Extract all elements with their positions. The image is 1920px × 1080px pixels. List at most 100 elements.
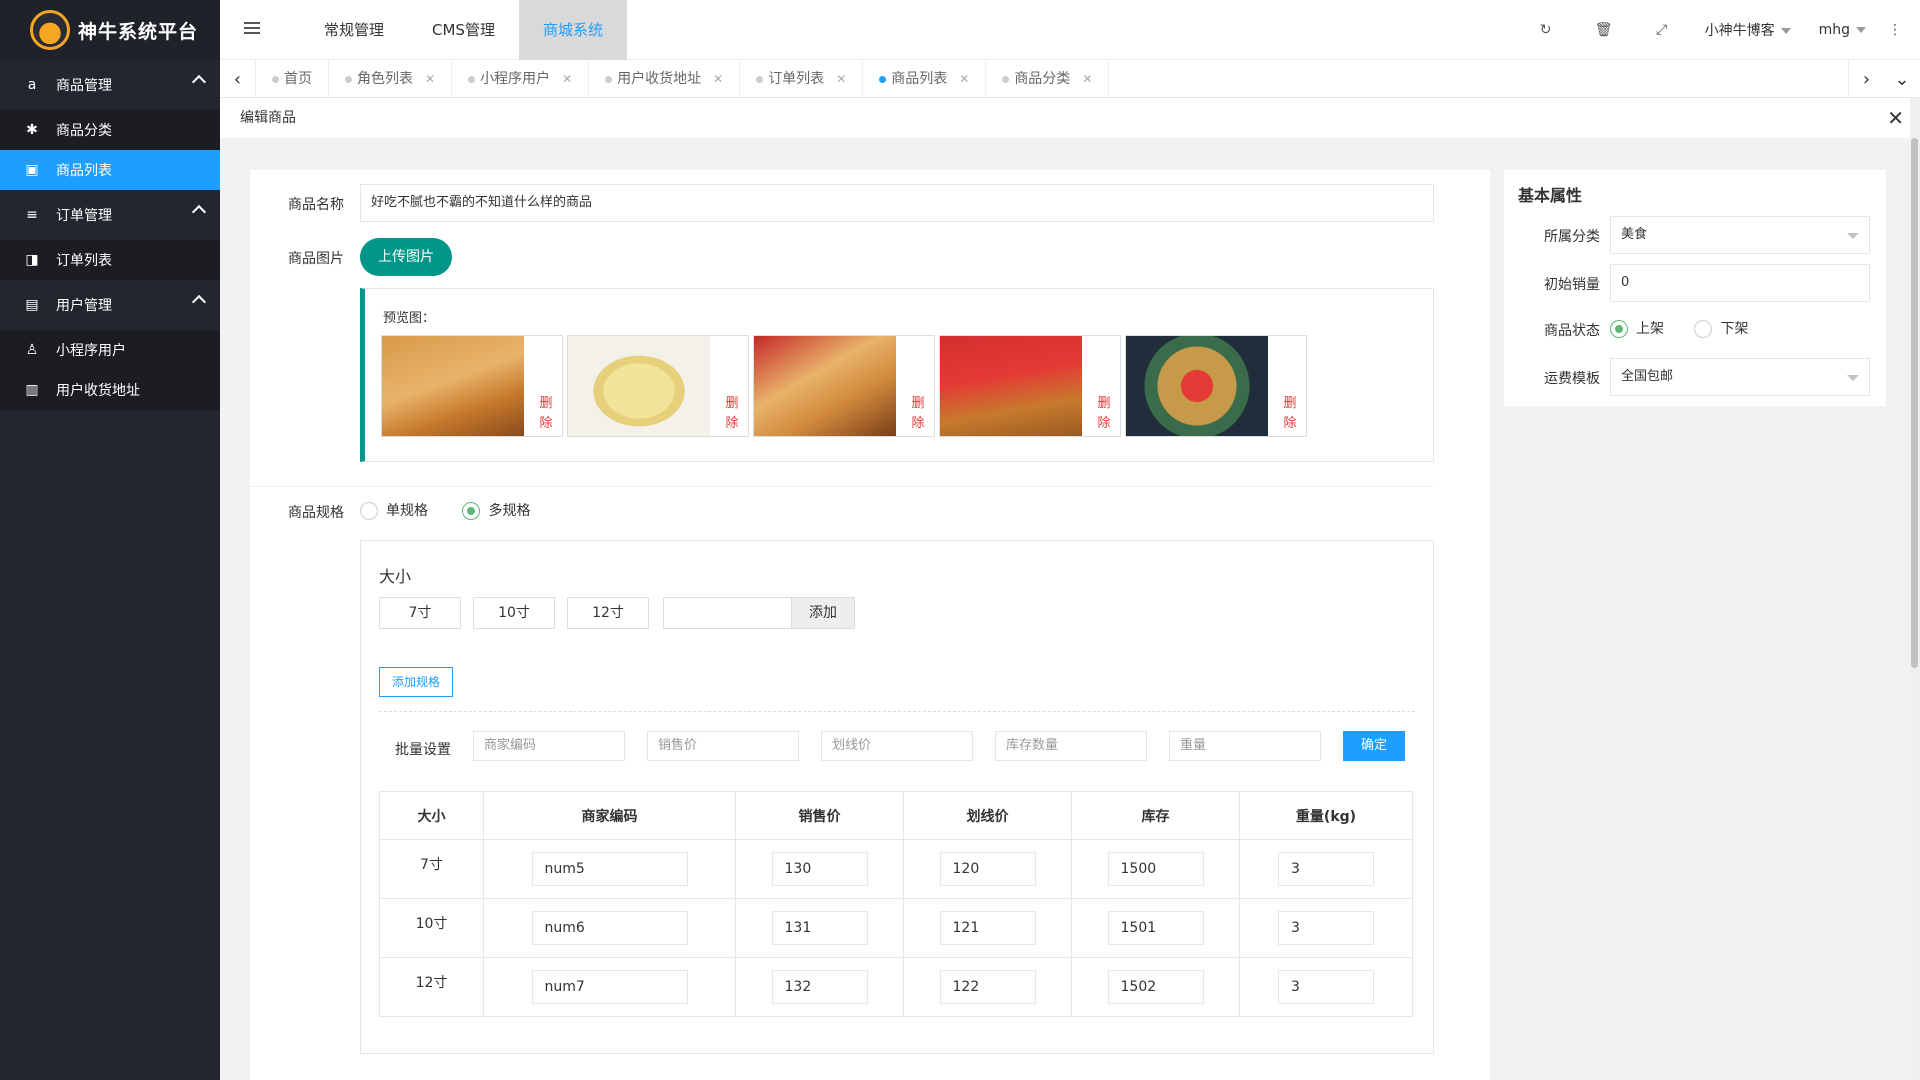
close-icon[interactable]: ✕ [562, 72, 572, 86]
column-header: 销售价 [735, 791, 904, 840]
code-input[interactable]: num6 [531, 911, 688, 945]
fullscreen-icon[interactable]: ⤢ [1633, 22, 1691, 38]
original-price-input[interactable]: 120 [939, 852, 1036, 886]
weight-input[interactable]: 3 [1278, 852, 1374, 886]
weight-input[interactable]: 3 [1278, 970, 1374, 1004]
spec-value-chip[interactable]: 10寸 [473, 597, 555, 629]
binoculars-icon: ◨ [25, 252, 39, 268]
stock-cell: 1502 [1071, 957, 1240, 1017]
tab-miniapp-users[interactable]: 小程序用户 ✕ [452, 60, 590, 98]
spec-multi-option[interactable]: 多规格 [462, 502, 530, 520]
tabs-dropdown-icon[interactable]: ⌄ [1884, 60, 1920, 98]
tab-label: 用户收货地址 [617, 71, 702, 87]
sidebar-item-goods-list[interactable]: ▣ 商品列表 [0, 150, 220, 190]
initial-sales-input[interactable]: 0 [1610, 264, 1870, 302]
sidebar-group-orders[interactable]: ≡ 订单管理 [0, 190, 220, 240]
tab-label: 小程序用户 [480, 71, 551, 87]
close-icon[interactable]: ✕ [836, 72, 846, 86]
amazon-icon: a [27, 77, 37, 93]
refresh-icon[interactable]: ↻ [1517, 22, 1575, 38]
id-card-icon: ▤ [25, 297, 39, 313]
tab-user-address[interactable]: 用户收货地址 ✕ [589, 60, 741, 98]
menu-toggle-icon[interactable] [244, 22, 260, 36]
close-icon[interactable]: ✕ [425, 72, 435, 86]
tab-dot [272, 76, 279, 83]
spec-value-chip[interactable]: 7寸 [379, 597, 461, 629]
delete-image-button[interactable]: 删除 [724, 394, 740, 434]
account-menu[interactable]: mhg [1805, 22, 1880, 38]
status-on-option[interactable]: 上架 [1610, 320, 1664, 338]
original-price-input[interactable]: 122 [939, 970, 1036, 1004]
tab-order-list[interactable]: 订单列表 ✕ [740, 60, 864, 98]
close-icon[interactable]: ✕ [1082, 72, 1092, 86]
batch-original-price-input[interactable]: 划线价 [821, 731, 973, 761]
code-input[interactable]: num7 [531, 970, 688, 1004]
sidebar-item-miniapp-users[interactable]: ♙ 小程序用户 [0, 330, 220, 370]
column-header: 商家编码 [483, 791, 736, 840]
sidebar-group-goods[interactable]: a 商品管理 [0, 60, 220, 110]
top-menu-cms[interactable]: CMS管理 [408, 0, 519, 60]
tabs-prev-icon[interactable]: ‹ [220, 60, 256, 98]
goods-name-input[interactable]: 好吃不腻也不霸的不知道什么样的商品 [360, 184, 1434, 222]
tab-label: 商品分类 [1014, 71, 1071, 87]
top-menu-mall[interactable]: 商城系统 [518, 0, 627, 60]
sidebar-item-goods-category[interactable]: ✱ 商品分类 [0, 110, 220, 150]
tabs-next-icon[interactable]: › [1848, 60, 1884, 98]
stock-input[interactable]: 1500 [1107, 852, 1204, 886]
spec-value-chip[interactable]: 12寸 [567, 597, 649, 629]
close-icon[interactable]: ✕ [959, 72, 969, 86]
status-off-option[interactable]: 下架 [1694, 320, 1748, 338]
tab-goods-list[interactable]: 商品列表 ✕ [863, 60, 987, 98]
sidebar-group-users[interactable]: ▤ 用户管理 [0, 280, 220, 330]
stock-input[interactable]: 1502 [1107, 970, 1204, 1004]
sidebar-item-user-address[interactable]: ▥ 用户收货地址 [0, 370, 220, 410]
code-input[interactable]: num5 [531, 852, 688, 886]
divider [250, 486, 1434, 487]
logo[interactable]: 神牛系统平台 [0, 0, 220, 60]
table-row: 12寸 num7 132 122 1502 3 [379, 957, 1413, 1017]
price-input[interactable]: 132 [771, 970, 868, 1004]
original-price-input[interactable]: 121 [939, 911, 1036, 945]
batch-code-input[interactable]: 商家编码 [473, 731, 625, 761]
pastry-red-bg-image [940, 336, 1082, 436]
code-cell: num7 [483, 957, 736, 1017]
more-icon[interactable]: ⋮ [1880, 22, 1910, 38]
close-icon[interactable]: ✕ [1887, 98, 1904, 138]
top-menu-general[interactable]: 常规管理 [300, 0, 408, 60]
spec-value-input[interactable] [663, 597, 791, 629]
scroll-thumb[interactable] [1911, 138, 1918, 668]
user-menu[interactable]: 小神牛博客 [1691, 20, 1805, 40]
batch-price-input[interactable]: 销售价 [647, 731, 799, 761]
add-spec-value-button[interactable]: 添加 [791, 597, 855, 629]
sidebar-item-label: 商品分类 [56, 123, 112, 139]
price-input[interactable]: 131 [771, 911, 868, 945]
sidebar: 神牛系统平台 a 商品管理 ✱ 商品分类 ▣ 商品列表 ≡ 订单管理 ◨ 订单列… [0, 0, 220, 1080]
sidebar-item-label: 商品列表 [56, 163, 112, 179]
weight-input[interactable]: 3 [1278, 911, 1374, 945]
category-select[interactable]: 美食 [1610, 216, 1870, 254]
delete-image-button[interactable]: 删除 [1282, 394, 1298, 434]
sku-table-header: 大小 商家编码 销售价 划线价 库存 重量(kg) [379, 791, 1413, 840]
delete-image-button[interactable]: 删除 [910, 394, 926, 434]
upload-image-button[interactable]: 上传图片 [360, 238, 452, 276]
add-spec-button[interactable]: 添加规格 [379, 667, 453, 697]
tab-home[interactable]: 首页 [256, 60, 329, 98]
spec-single-option[interactable]: 单规格 [360, 502, 428, 520]
tab-role-list[interactable]: 角色列表 ✕ [329, 60, 453, 98]
delete-image-button[interactable]: 删除 [1096, 394, 1112, 434]
batch-stock-input[interactable]: 库存数量 [995, 731, 1147, 761]
price-input[interactable]: 130 [771, 852, 868, 886]
close-icon[interactable]: ✕ [713, 72, 723, 86]
batch-weight-input[interactable]: 重量 [1169, 731, 1321, 761]
trash-icon[interactable]: 🗑 [1575, 22, 1633, 38]
original-price-cell: 121 [903, 898, 1072, 958]
tab-goods-category[interactable]: 商品分类 ✕ [986, 60, 1110, 98]
content-area: 编辑商品 ✕ 商品名称 好吃不腻也不霸的不知道什么样的商品 商品图片 上传图片 … [220, 98, 1920, 1080]
scrollbar[interactable] [1910, 98, 1920, 1080]
shipping-select[interactable]: 全国包邮 [1610, 358, 1870, 396]
sidebar-item-order-list[interactable]: ◨ 订单列表 [0, 240, 220, 280]
delete-image-button[interactable]: 删除 [538, 394, 554, 434]
tab-label: 首页 [284, 71, 312, 87]
stock-input[interactable]: 1501 [1107, 911, 1204, 945]
batch-confirm-button[interactable]: 确定 [1343, 731, 1405, 761]
